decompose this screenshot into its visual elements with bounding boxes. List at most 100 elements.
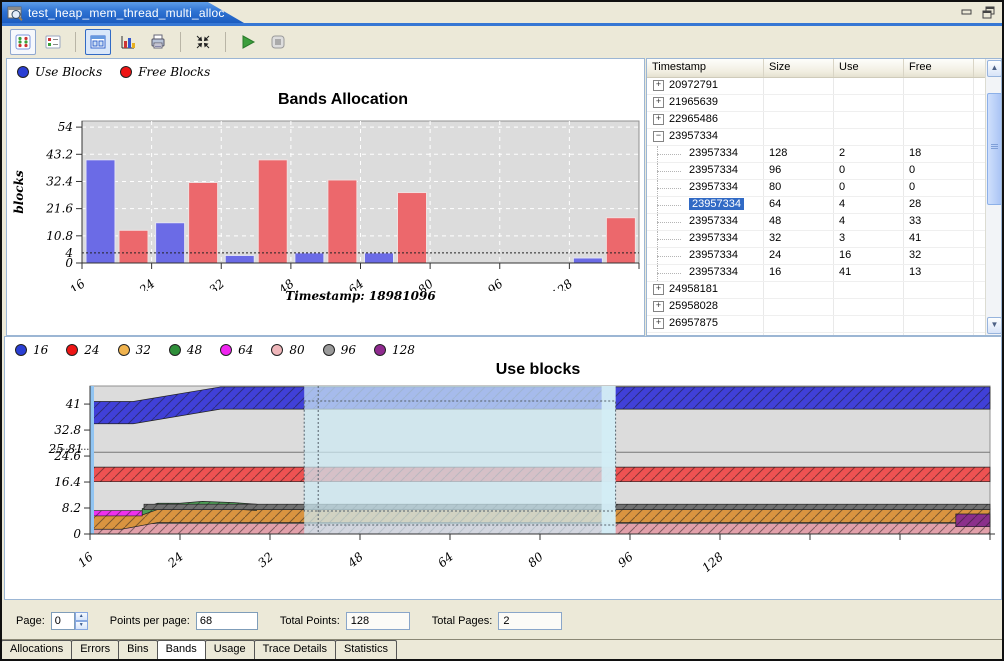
cell-timestamp: +20972791 <box>647 78 764 94</box>
table-row[interactable]: 239573349600 <box>647 163 986 180</box>
legend-dot-icon <box>220 344 232 356</box>
cell-size <box>764 333 834 335</box>
table-row[interactable]: +24958181 <box>647 282 986 299</box>
total-pages-label: Total Pages: <box>432 615 493 627</box>
column-header-timestamp[interactable]: Timestamp <box>647 59 764 77</box>
svg-text:16.4: 16.4 <box>54 475 81 489</box>
table-row[interactable]: 23957334128218 <box>647 146 986 163</box>
chart-view-icon[interactable] <box>85 29 111 55</box>
cell-timestamp: +21965639 <box>647 95 764 111</box>
table-row[interactable]: +26957875 <box>647 316 986 333</box>
bottom-tab-allocations[interactable]: Allocations <box>1 640 72 660</box>
svg-text:8.2: 8.2 <box>62 501 81 515</box>
scrollbar-thumb[interactable] <box>987 93 1002 205</box>
minimize-icon[interactable] <box>960 5 974 19</box>
cell-size <box>764 95 834 111</box>
cell-free: 18 <box>904 146 974 162</box>
table-row[interactable]: 239573348000 <box>647 180 986 197</box>
timestamp-value: 23957334 <box>669 130 718 142</box>
svg-text:64: 64 <box>435 550 456 571</box>
expand-box-icon[interactable]: + <box>653 301 664 312</box>
timestamp-value: 23957334 <box>689 147 738 159</box>
cell-size <box>764 316 834 332</box>
table-row[interactable]: +21965639 <box>647 95 986 112</box>
use-blocks-legend: 16243248648096128 <box>15 343 415 357</box>
bottom-tab-errors[interactable]: Errors <box>71 640 119 660</box>
expand-box-icon[interactable]: + <box>653 284 664 295</box>
svg-text:24: 24 <box>164 550 185 571</box>
timestamp-table-panel: Timestamp Size Use Free +20972791+219656… <box>646 58 1002 336</box>
cell-free: 0 <box>904 163 974 179</box>
cell-use <box>834 282 904 298</box>
table-row[interactable]: +27957722 <box>647 333 986 335</box>
svg-text:54: 54 <box>58 120 73 134</box>
bottom-tab-bins[interactable]: Bins <box>118 640 157 660</box>
cell-size: 64 <box>764 197 834 213</box>
bands-allocation-chart[interactable]: 010.821.632.443.254416243248648096128blo… <box>7 111 642 291</box>
scroll-down-icon[interactable]: ▼ <box>987 317 1002 334</box>
page-spinner[interactable]: ▲ ▼ <box>51 612 88 630</box>
cell-timestamp: +22965486 <box>647 112 764 128</box>
scroll-up-icon[interactable]: ▲ <box>987 60 1002 77</box>
cell-size <box>764 299 834 315</box>
stop-icon[interactable] <box>265 29 291 55</box>
table-row[interactable]: 2395733432341 <box>647 231 986 248</box>
svg-text:96: 96 <box>615 549 636 570</box>
expand-box-icon[interactable]: + <box>653 114 664 125</box>
timestamp-value: 22965486 <box>669 113 718 125</box>
bottom-tab-usage[interactable]: Usage <box>205 640 255 660</box>
bottom-tab-statistics[interactable]: Statistics <box>335 640 397 660</box>
page-input[interactable] <box>51 612 75 630</box>
close-icon[interactable]: × <box>234 6 242 19</box>
maximize-icon[interactable] <box>982 5 996 19</box>
legend-label: Use Blocks <box>35 65 102 79</box>
table-row[interactable]: 2395733464428 <box>647 197 986 214</box>
table-row[interactable]: −23957334 <box>647 129 986 146</box>
total-points-value: 128 <box>346 612 410 630</box>
cell-timestamp: +27957722 <box>647 333 764 335</box>
bands-chart-title: Bands Allocation <box>47 91 639 109</box>
bottom-tab-bands[interactable]: Bands <box>157 640 206 660</box>
print-icon[interactable] <box>145 29 171 55</box>
run-icon[interactable] <box>235 29 261 55</box>
vertical-scrollbar[interactable]: ▲ ▼ <box>985 59 1001 335</box>
allocation-grid-icon[interactable] <box>10 29 36 55</box>
cell-use: 0 <box>834 163 904 179</box>
view-tab[interactable]: test_heap_mem_thread_multi_alloc × <box>2 2 244 23</box>
cell-free <box>904 112 974 128</box>
pager-controls: Page: ▲ ▼ Points per page: Total Points:… <box>2 605 1002 637</box>
expand-box-icon[interactable]: + <box>653 318 664 329</box>
spinner-down-icon[interactable]: ▼ <box>75 621 88 630</box>
column-header-use[interactable]: Use <box>834 59 904 77</box>
table-row[interactable]: +25958028 <box>647 299 986 316</box>
table-row[interactable]: +20972791 <box>647 78 986 95</box>
collapse-box-icon[interactable]: − <box>653 131 664 142</box>
expand-box-icon[interactable]: + <box>653 80 664 91</box>
total-pages-value: 2 <box>498 612 562 630</box>
legend-dot-icon <box>17 66 29 78</box>
cell-use: 4 <box>834 197 904 213</box>
legend-label: 128 <box>392 343 415 357</box>
timestamp-value: 21965639 <box>669 96 718 108</box>
timestamp-value: 23957334 <box>689 266 738 278</box>
bar-chart-icon[interactable] <box>115 29 141 55</box>
legend-dot-icon <box>118 344 130 356</box>
use-blocks-chart[interactable]: 08.216.424.632.84125.8116243248648096128 <box>5 377 1001 592</box>
table-row[interactable]: 23957334164113 <box>647 265 986 282</box>
cell-use <box>834 95 904 111</box>
bottom-tab-trace-details[interactable]: Trace Details <box>254 640 336 660</box>
expand-box-icon[interactable]: + <box>653 97 664 108</box>
table-row[interactable]: 23957334241632 <box>647 248 986 265</box>
cell-timestamp: 23957334 <box>647 248 764 264</box>
svg-text:48: 48 <box>344 549 366 570</box>
collapse-all-icon[interactable] <box>190 29 216 55</box>
toolbar-separator <box>75 32 76 52</box>
spinner-up-icon[interactable]: ▲ <box>75 612 88 621</box>
column-header-free[interactable]: Free <box>904 59 974 77</box>
points-per-page-input[interactable] <box>196 612 258 630</box>
table-row[interactable]: 2395733448433 <box>647 214 986 231</box>
table-row[interactable]: +22965486 <box>647 112 986 129</box>
column-header-size[interactable]: Size <box>764 59 834 77</box>
legend-item: 128 <box>374 343 415 357</box>
detail-list-icon[interactable] <box>40 29 66 55</box>
